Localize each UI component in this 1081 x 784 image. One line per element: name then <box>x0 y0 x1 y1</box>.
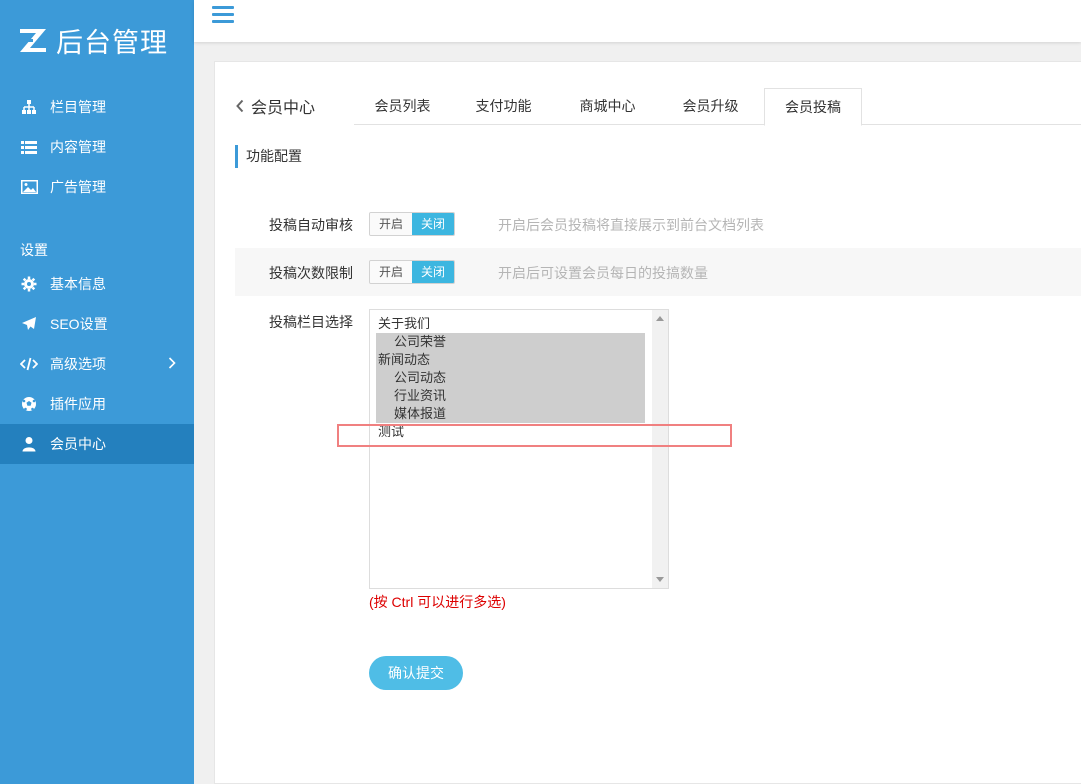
form-row-auto-review: 投稿自动审核 开启 关闭 开启后会员投稿将直接展示到前台文档列表 <box>235 200 1081 248</box>
user-icon <box>20 435 38 453</box>
chevron-left-icon <box>235 99 245 113</box>
sidebar-item-seo[interactable]: SEO设置 <box>0 304 194 344</box>
sidebar-item-content-management[interactable]: 内容管理 <box>0 127 194 167</box>
logo-text: 后台管理 <box>56 27 168 59</box>
tab-payment[interactable]: 支付功能 <box>455 88 552 125</box>
code-icon <box>20 355 38 373</box>
logo[interactable]: 后台管理 <box>18 22 168 59</box>
breadcrumb-label: 会员中心 <box>251 100 316 117</box>
column-select-label: 投稿栏目选择 <box>269 314 353 330</box>
sidebar-group-settings: 设置 <box>20 242 48 258</box>
tab-member-upgrade[interactable]: 会员升级 <box>662 88 759 125</box>
sitemap-icon <box>20 98 38 116</box>
sidebar-item-column-management[interactable]: 栏目管理 <box>0 87 194 127</box>
section-title: 功能配置 <box>235 145 302 168</box>
auto-review-label: 投稿自动审核 <box>269 217 353 233</box>
sidebar-item-label: 栏目管理 <box>50 99 106 115</box>
multiselect-note: (按 Ctrl 可以进行多选) <box>369 594 506 610</box>
hamburger-menu-icon[interactable] <box>212 6 234 24</box>
auto-review-toggle[interactable]: 开启 关闭 <box>369 212 455 236</box>
gear-icon <box>20 275 38 293</box>
list-option[interactable]: 行业资讯 <box>376 387 645 405</box>
submit-button[interactable]: 确认提交 <box>369 656 463 690</box>
sidebar-item-ad-management[interactable]: 广告管理 <box>0 167 194 207</box>
list-option[interactable]: 关于我们 <box>376 315 645 333</box>
scroll-up-arrow-icon[interactable] <box>656 316 664 321</box>
list-option[interactable]: 媒体报道 <box>376 405 645 423</box>
z-logo-icon <box>18 26 50 54</box>
list-option[interactable]: 新闻动态 <box>376 351 645 369</box>
scroll-down-arrow-icon[interactable] <box>656 577 664 582</box>
count-limit-toggle[interactable]: 开启 关闭 <box>369 260 455 284</box>
sidebar-item-label: SEO设置 <box>50 316 108 332</box>
sidebar-item-label: 高级选项 <box>50 356 106 372</box>
tab-bar: 会员列表 支付功能 商城中心 会员升级 会员投稿 <box>354 88 1081 126</box>
sidebar: 后台管理 栏目管理 内容管理 广告管理 设置 基本信息 SEO设置 高级选项 插… <box>0 0 194 784</box>
list-option[interactable]: 公司动态 <box>376 369 645 387</box>
sidebar-item-advanced[interactable]: 高级选项 <box>0 344 194 384</box>
sidebar-item-basic-info[interactable]: 基本信息 <box>0 264 194 304</box>
paper-plane-icon <box>20 315 38 333</box>
toggle-off-option[interactable]: 关闭 <box>412 213 454 235</box>
toggle-on-option[interactable]: 开启 <box>370 213 412 235</box>
sidebar-item-label: 基本信息 <box>50 276 106 292</box>
image-icon <box>20 178 38 196</box>
sidebar-item-label: 内容管理 <box>50 139 106 155</box>
sidebar-item-plugins[interactable]: 插件应用 <box>0 384 194 424</box>
breadcrumb-back[interactable]: 会员中心 <box>235 94 315 118</box>
sidebar-item-label: 插件应用 <box>50 396 106 412</box>
column-multiselect[interactable]: 关于我们 公司荣誉 新闻动态 公司动态 行业资讯 媒体报道 测试 <box>369 309 669 589</box>
auto-review-hint: 开启后会员投稿将直接展示到前台文档列表 <box>498 217 764 233</box>
sidebar-item-label: 会员中心 <box>50 436 106 452</box>
count-limit-label: 投稿次数限制 <box>269 265 353 281</box>
top-header <box>194 0 1081 42</box>
count-limit-hint: 开启后可设置会员每日的投搞数量 <box>498 265 708 281</box>
tab-member-submission[interactable]: 会员投稿 <box>764 88 862 126</box>
tab-member-list[interactable]: 会员列表 <box>354 88 451 125</box>
soccer-ball-icon <box>20 395 38 413</box>
content-panel: 会员中心 会员列表 支付功能 商城中心 会员升级 会员投稿 功能配置 投稿自动审… <box>214 61 1081 784</box>
toggle-off-option[interactable]: 关闭 <box>412 261 454 283</box>
listbox-scrollbar[interactable] <box>652 310 668 588</box>
chevron-right-icon <box>168 356 176 372</box>
sidebar-item-label: 广告管理 <box>50 179 106 195</box>
toggle-on-option[interactable]: 开启 <box>370 261 412 283</box>
tab-mall-center[interactable]: 商城中心 <box>559 88 656 125</box>
list-option[interactable]: 公司荣誉 <box>376 333 645 351</box>
form-row-count-limit: 投稿次数限制 开启 关闭 开启后可设置会员每日的投搞数量 <box>235 248 1081 296</box>
list-icon <box>20 138 38 156</box>
sidebar-item-member-center[interactable]: 会员中心 <box>0 424 194 464</box>
annotation-highlight-box <box>337 424 732 447</box>
